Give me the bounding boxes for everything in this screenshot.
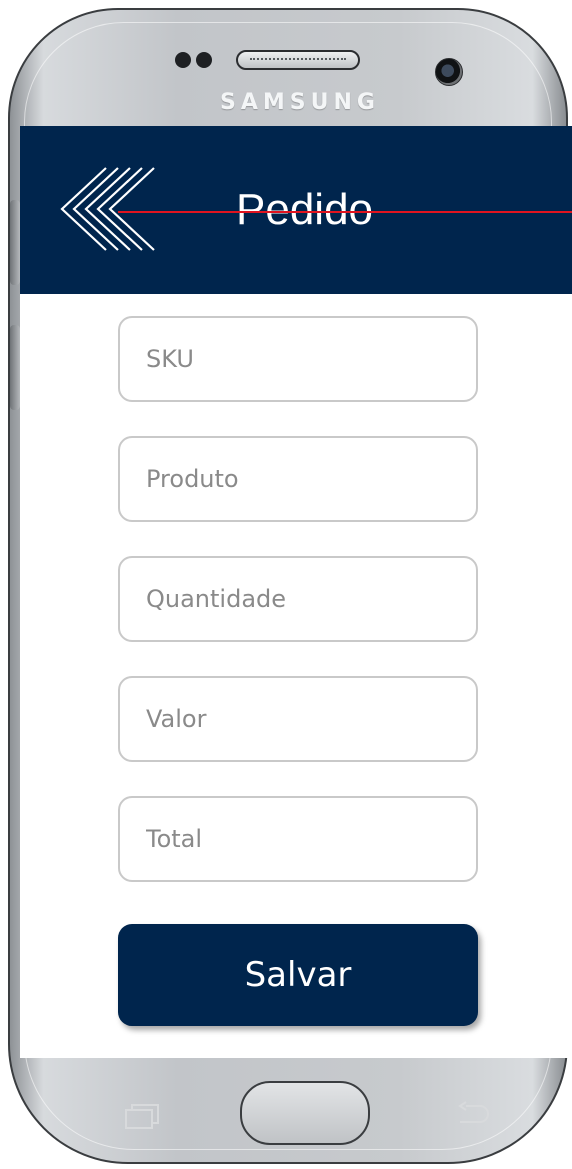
quantidade-field[interactable]	[118, 556, 478, 642]
volume-up-button	[10, 200, 20, 285]
home-button[interactable]	[240, 1081, 370, 1145]
total-field[interactable]	[118, 796, 478, 882]
back-nav-icon[interactable]	[452, 1100, 490, 1130]
annotation-line	[118, 211, 572, 213]
mockup-stage: SAMSUNG Pedido SKU Produto Quantidade Va…	[0, 0, 572, 1169]
sensor-dot	[196, 52, 212, 68]
front-camera-icon	[435, 58, 463, 86]
app-screen: Pedido Salvar	[20, 126, 572, 1058]
double-chevron-left-icon[interactable]	[60, 166, 160, 252]
valor-field[interactable]	[118, 676, 478, 762]
produto-field[interactable]	[118, 436, 478, 522]
sku-field[interactable]	[118, 316, 478, 402]
earpiece-speaker	[236, 50, 360, 70]
sensor-dot	[175, 52, 191, 68]
save-button[interactable]: Salvar	[118, 924, 478, 1026]
volume-down-button	[10, 325, 20, 410]
page-title: Pedido	[236, 185, 374, 234]
brand-logo: SAMSUNG	[220, 90, 380, 115]
recent-apps-icon[interactable]	[122, 1102, 162, 1130]
app-header: Pedido	[20, 126, 572, 294]
